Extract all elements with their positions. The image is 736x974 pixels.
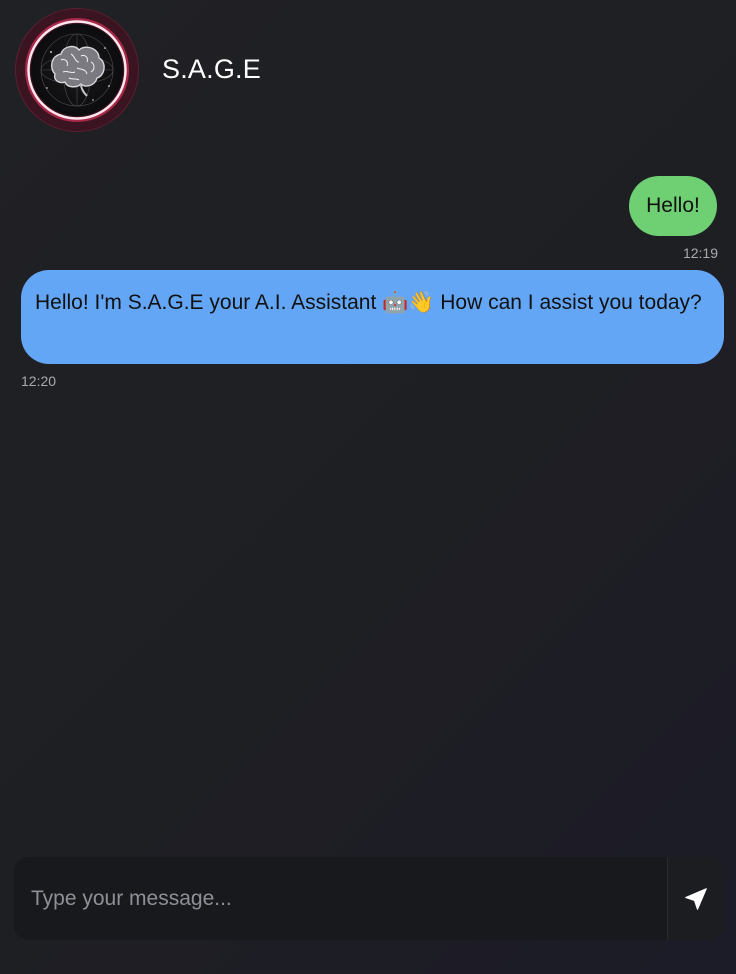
avatar <box>15 8 139 132</box>
message-input[interactable] <box>14 857 666 940</box>
assistant-message-timestamp: 12:20 <box>21 373 57 389</box>
assistant-message-bubble: Hello! I'm S.A.G.E your A.I. Assistant 🤖… <box>21 270 724 364</box>
chat-header: S.A.G.E <box>0 0 736 140</box>
message-composer <box>14 857 724 940</box>
send-icon <box>685 887 707 910</box>
send-button[interactable] <box>668 857 724 940</box>
chat-title: S.A.G.E <box>162 54 261 84</box>
brain-icon <box>17 10 137 130</box>
user-message-bubble: Hello! <box>629 176 717 236</box>
user-message-timestamp: 12:19 <box>682 245 718 261</box>
